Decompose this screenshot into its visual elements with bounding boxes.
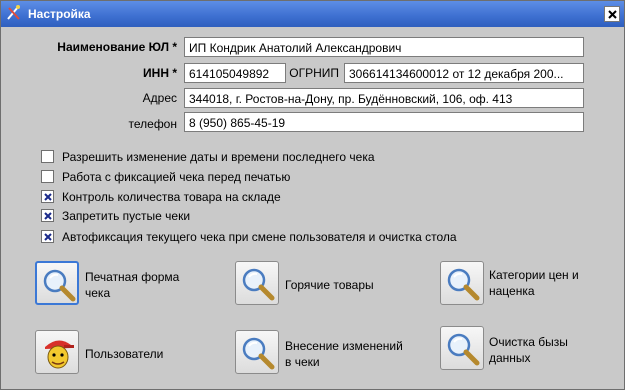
name-label: Наименование ЮЛ *	[57, 40, 177, 54]
magnifier-icon	[242, 337, 275, 370]
checkbox[interactable]	[41, 230, 54, 243]
title-bar[interactable]: Настройка	[1, 1, 624, 27]
tile-label-line1: Пользователи	[85, 347, 164, 361]
user-avatar-icon	[45, 340, 74, 369]
tile-label-line1: Печатная форма	[85, 270, 180, 284]
users-button[interactable]	[35, 330, 79, 374]
phone-label: телефон	[128, 117, 178, 131]
settings-tools-icon	[5, 4, 23, 22]
magnifier-icon	[447, 333, 480, 366]
close-button[interactable]	[604, 6, 620, 22]
ogrnip-label: ОГРНИП	[289, 66, 339, 80]
clear-db-tile[interactable]: Очистка бызы данных	[440, 326, 610, 376]
inn-label: ИНН *	[143, 66, 177, 80]
receipt-changes-button[interactable]	[235, 330, 279, 374]
settings-window: Настройка Наименование ЮЛ * ИП Кондрик А…	[0, 0, 625, 390]
price-categories-button[interactable]	[440, 261, 484, 305]
magnifier-icon	[43, 269, 76, 302]
address-label: Адрес	[142, 91, 177, 105]
checkmark-icon	[44, 212, 52, 220]
checkmark-icon	[44, 233, 52, 241]
checkbox[interactable]	[41, 190, 54, 203]
price-categories-tile[interactable]: Категории цен и наценка	[440, 261, 610, 311]
tile-label-line2: данных	[489, 351, 531, 365]
hot-goods-button[interactable]	[235, 261, 279, 305]
checkbox[interactable]	[41, 170, 54, 183]
clear-db-button[interactable]	[440, 326, 484, 370]
hot-goods-tile[interactable]: Горячие товары	[235, 261, 395, 311]
option-label: Разрешить изменение даты и времени после…	[62, 150, 375, 164]
option-label: Работа с фиксацией чека перед печатью	[62, 170, 291, 184]
checkbox[interactable]	[41, 150, 54, 163]
name-field[interactable]: ИП Кондрик Анатолий Александрович	[184, 37, 584, 57]
address-field[interactable]: 344018, г. Ростов-на-Дону, пр. Будённовс…	[184, 88, 584, 108]
checkmark-icon	[44, 193, 52, 201]
phone-field[interactable]: 8 (950) 865-45-19	[184, 112, 584, 132]
magnifier-icon	[242, 268, 275, 301]
inn-field[interactable]: 614105049892	[184, 63, 286, 83]
tile-label-line1: Внесение изменений	[285, 339, 403, 353]
tile-label-line2: в чеки	[285, 355, 320, 369]
print-form-tile[interactable]: Печатная форма чека	[35, 261, 205, 311]
close-icon	[608, 10, 617, 19]
users-tile[interactable]: Пользователи	[35, 330, 205, 380]
tile-label-line1: Категории цен и	[489, 268, 579, 282]
magnifier-icon	[447, 268, 480, 301]
option-label: Автофиксация текущего чека при смене пол…	[62, 230, 457, 244]
tile-label-line2: наценка	[489, 284, 535, 298]
checkbox[interactable]	[41, 209, 54, 222]
receipt-changes-tile[interactable]: Внесение изменений в чеки	[235, 330, 415, 380]
ogrnip-field[interactable]: 306614134600012 от 12 декабря 200...	[344, 63, 584, 83]
tile-label-line1: Очистка бызы	[489, 335, 568, 349]
window-title: Настройка	[28, 7, 91, 21]
option-label: Контроль количества товара на складе	[62, 190, 281, 204]
tile-label-line2: чека	[85, 286, 111, 300]
option-label: Запретить пустые чеки	[62, 209, 191, 223]
print-form-button[interactable]	[35, 261, 79, 305]
tile-label-line1: Горячие товары	[285, 278, 374, 292]
